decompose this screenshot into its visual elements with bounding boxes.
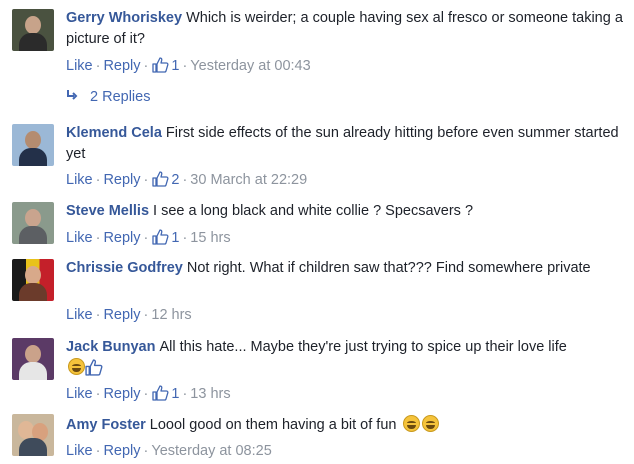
comment-author[interactable]: Steve Mellis bbox=[66, 203, 149, 219]
thumbs-up-icon[interactable] bbox=[152, 57, 169, 79]
comment-author[interactable]: Jack Bunyan bbox=[66, 339, 155, 355]
avatar[interactable] bbox=[12, 124, 54, 166]
separator-dot: · bbox=[95, 386, 101, 402]
comment-text: Steve Mellis I see a long black and white… bbox=[66, 201, 626, 222]
replies-count[interactable]: 2 Replies bbox=[90, 89, 150, 105]
avatar[interactable] bbox=[12, 9, 54, 51]
comment-timestamp[interactable]: 30 March at 22:29 bbox=[190, 172, 307, 188]
separator-dot: · bbox=[143, 58, 149, 74]
comment-timestamp[interactable]: Yesterday at 08:25 bbox=[151, 443, 271, 459]
separator-dot: · bbox=[143, 443, 149, 459]
separator-dot: · bbox=[143, 230, 149, 246]
comment-timestamp[interactable]: 12 hrs bbox=[151, 307, 191, 323]
separator-dot: · bbox=[182, 230, 188, 246]
laughing-emoji-icon bbox=[402, 415, 420, 432]
avatar[interactable] bbox=[12, 259, 54, 301]
comment-text: Klemend Cela First side effects of the su… bbox=[66, 123, 626, 165]
comment-text: Gerry Whoriskey Which is weirder; a coupl… bbox=[66, 8, 626, 50]
comment-body: All this hate... Maybe they're just tryi… bbox=[159, 339, 567, 355]
comment-actions: Like · Reply · 2 · 30 March at 22:29 bbox=[66, 170, 307, 193]
separator-dot: · bbox=[143, 386, 149, 402]
comment-actions: Like · Reply · 1 · Yesterday at 00:43 bbox=[66, 56, 311, 79]
separator-dot: · bbox=[182, 172, 188, 188]
comment-body: Loool good on them having a bit of fun bbox=[149, 417, 397, 433]
view-replies-link[interactable]: 2 Replies bbox=[66, 87, 150, 107]
comment-author[interactable]: Klemend Cela bbox=[66, 125, 162, 141]
comment-timestamp[interactable]: 15 hrs bbox=[190, 230, 230, 246]
separator-dot: · bbox=[95, 230, 101, 246]
comment-actions: Like · Reply · 12 hrs bbox=[66, 305, 192, 325]
comment-actions: Like · Reply · 1 · 15 hrs bbox=[66, 228, 231, 251]
separator-dot: · bbox=[182, 58, 188, 74]
reply-link[interactable]: Reply bbox=[103, 230, 140, 246]
comment-text: Jack Bunyan All this hate... Maybe they'r… bbox=[66, 337, 626, 383]
like-count[interactable]: 1 bbox=[171, 58, 179, 74]
like-link[interactable]: Like bbox=[66, 230, 93, 246]
avatar[interactable] bbox=[12, 202, 54, 244]
laughing-emoji-icon bbox=[421, 415, 439, 432]
reply-arrow-icon bbox=[66, 87, 78, 107]
comment-author[interactable]: Chrissie Godfrey bbox=[66, 260, 183, 276]
like-count[interactable]: 1 bbox=[171, 230, 179, 246]
thumbs-up-icon[interactable] bbox=[152, 229, 169, 251]
laughing-emoji-icon bbox=[68, 358, 85, 375]
separator-dot: · bbox=[182, 386, 188, 402]
like-link[interactable]: Like bbox=[66, 172, 93, 188]
comment-author[interactable]: Gerry Whoriskey bbox=[66, 10, 182, 26]
comment-actions: Like · Reply · Yesterday at 08:25 bbox=[66, 441, 272, 461]
reply-link[interactable]: Reply bbox=[103, 443, 140, 459]
separator-dot: · bbox=[95, 172, 101, 188]
thumbs-up-icon[interactable] bbox=[152, 171, 169, 193]
like-link[interactable]: Like bbox=[66, 307, 93, 323]
like-count[interactable]: 2 bbox=[171, 172, 179, 188]
comment-body: I see a long black and white collie ? Sp… bbox=[153, 203, 474, 219]
comment-author[interactable]: Amy Foster bbox=[66, 417, 146, 433]
separator-dot: · bbox=[95, 443, 101, 459]
comment-actions: Like · Reply · 1 · 13 hrs bbox=[66, 384, 231, 407]
comment-text: Chrissie Godfrey Not right. What if child… bbox=[66, 258, 626, 279]
thumbs-up-icon[interactable] bbox=[152, 385, 169, 407]
comment-timestamp[interactable]: 13 hrs bbox=[190, 386, 230, 402]
separator-dot: · bbox=[143, 307, 149, 323]
reply-link[interactable]: Reply bbox=[103, 386, 140, 402]
like-link[interactable]: Like bbox=[66, 443, 93, 459]
avatar[interactable] bbox=[12, 338, 54, 380]
separator-dot: · bbox=[143, 172, 149, 188]
comment-body: Not right. What if children saw that??? … bbox=[186, 260, 591, 276]
comment-timestamp[interactable]: Yesterday at 00:43 bbox=[190, 58, 310, 74]
avatar[interactable] bbox=[12, 414, 54, 456]
thumbs-up-emoji-icon bbox=[85, 359, 103, 383]
like-count[interactable]: 1 bbox=[171, 386, 179, 402]
reply-link[interactable]: Reply bbox=[103, 172, 140, 188]
separator-dot: · bbox=[95, 307, 101, 323]
reply-link[interactable]: Reply bbox=[103, 58, 140, 74]
like-link[interactable]: Like bbox=[66, 58, 93, 74]
reply-link[interactable]: Reply bbox=[103, 307, 140, 323]
comment-text: Amy Foster Loool good on them having a bi… bbox=[66, 415, 626, 436]
separator-dot: · bbox=[95, 58, 101, 74]
like-link[interactable]: Like bbox=[66, 386, 93, 402]
comment-feed: Gerry Whoriskey Which is weirder; a coupl… bbox=[0, 0, 634, 464]
